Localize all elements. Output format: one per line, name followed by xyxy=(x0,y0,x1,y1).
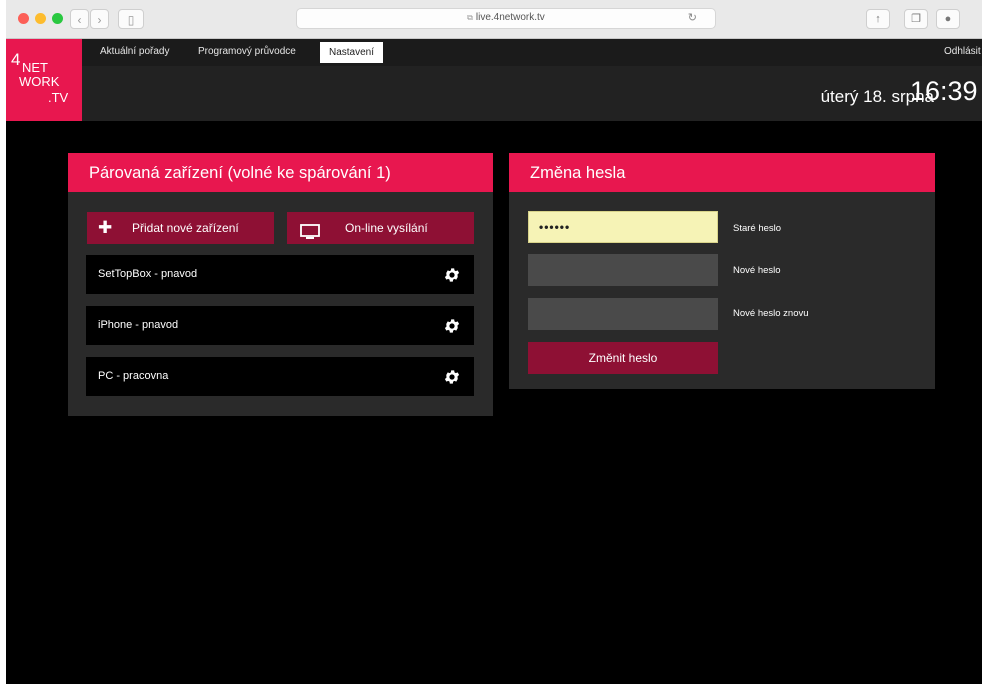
paired-devices-title: Párovaná zařízení (volné ke spárování 1) xyxy=(68,153,493,192)
online-broadcast-button[interactable]: On-line vysílání xyxy=(287,212,474,244)
gear-icon[interactable] xyxy=(443,266,461,284)
logo-text-work: WORK xyxy=(19,74,60,89)
url-text: ⧉ live.4network.tv xyxy=(297,12,715,23)
zoom-window-button[interactable] xyxy=(52,13,63,24)
address-bar[interactable]: ⧉ live.4network.tv ↻ xyxy=(296,8,716,29)
forward-button[interactable]: › xyxy=(90,9,109,29)
menu-item-nastaveni[interactable]: Nastavení xyxy=(320,42,384,63)
new-password-again-label: Nové heslo znovu xyxy=(733,308,809,319)
menu-item-aktualni-porady[interactable]: Aktuální pořady xyxy=(100,46,170,57)
browser-toolbar: ‹ › ▯ ⧉ live.4network.tv ↻ ↑ ❐ ● xyxy=(6,0,982,39)
gear-icon[interactable] xyxy=(443,368,461,386)
back-button[interactable]: ‹ xyxy=(70,9,89,29)
close-window-button[interactable] xyxy=(18,13,29,24)
gear-icon[interactable] xyxy=(443,317,461,335)
current-time: 16:39 xyxy=(910,76,978,106)
downloads-button[interactable]: ● xyxy=(936,9,960,29)
old-password-input[interactable]: •••••• xyxy=(528,211,718,243)
change-password-button[interactable]: Změnit heslo xyxy=(528,342,718,374)
tabs-button[interactable]: ❐ xyxy=(904,9,928,29)
add-device-button[interactable]: ✚ Přidat nové zařízení xyxy=(87,212,274,244)
url-value: live.4network.tv xyxy=(475,12,545,23)
logo-text-net: NET xyxy=(22,60,48,75)
device-name: SetTopBox - pnavod xyxy=(98,268,198,280)
add-device-label: Přidat nové zařízení xyxy=(132,221,239,235)
logo-text-4: 4 xyxy=(11,50,21,69)
old-password-label: Staré heslo xyxy=(733,223,782,234)
new-password-label: Nové heslo xyxy=(733,265,781,276)
monitor-icon xyxy=(300,220,320,252)
device-row[interactable]: SetTopBox - pnavod xyxy=(86,255,474,294)
minimize-window-button[interactable] xyxy=(35,13,46,24)
new-password-again-input[interactable] xyxy=(528,298,718,330)
device-name: PC - pracovna xyxy=(98,370,169,382)
menu-item-programovy-pruvodce[interactable]: Programový průvodce xyxy=(198,46,296,57)
logo-text-tv: .TV xyxy=(48,90,69,105)
device-row[interactable]: iPhone - pnavod xyxy=(86,306,474,345)
logout-link[interactable]: Odhlásit xyxy=(944,46,981,57)
device-row[interactable]: PC - pracovna xyxy=(86,357,474,396)
paired-devices-panel: Párovaná zařízení (volné ke spárování 1)… xyxy=(68,153,493,416)
lock-icon: ⧉ xyxy=(467,13,473,22)
browser-window: ‹ › ▯ ⧉ live.4network.tv ↻ ↑ ❐ ● Aktuální… xyxy=(6,0,982,684)
change-password-panel: Změna hesla •••••• Staré heslo Nové hesl… xyxy=(509,153,935,389)
plus-icon: ✚ xyxy=(98,218,113,237)
sidebar-toggle-button[interactable]: ▯ xyxy=(118,9,144,29)
device-name: iPhone - pnavod xyxy=(98,319,179,331)
main-menu: Aktuální pořady Programový průvodce Nast… xyxy=(6,39,982,66)
brand-logo[interactable]: 4 NET WORK .TV xyxy=(6,39,82,121)
reload-icon[interactable]: ↻ xyxy=(688,11,697,24)
new-password-input[interactable] xyxy=(528,254,718,286)
share-button[interactable]: ↑ xyxy=(866,9,890,29)
online-broadcast-label: On-line vysílání xyxy=(345,221,428,235)
change-password-title: Změna hesla xyxy=(509,153,935,192)
